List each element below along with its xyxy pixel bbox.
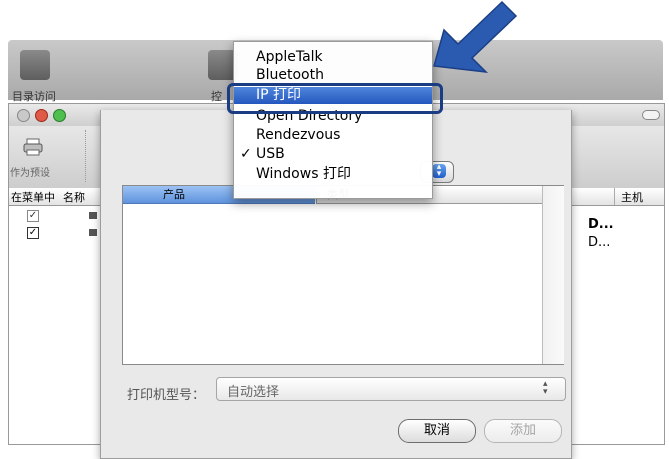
column-host[interactable]: 主机 bbox=[621, 189, 643, 205]
close-icon[interactable] bbox=[17, 109, 30, 122]
printer-model-label: 打印机型号： bbox=[127, 388, 206, 403]
printer-icon bbox=[89, 212, 97, 219]
menu-item-windows-print[interactable]: Windows 打印 bbox=[234, 166, 432, 183]
column-name[interactable]: 名称 bbox=[63, 189, 85, 205]
host-cell: D... bbox=[588, 235, 611, 250]
column-in-menu[interactable]: 在菜单中 bbox=[11, 189, 55, 205]
finder-item-control[interactable]: 控 bbox=[211, 88, 222, 104]
zoom-icon[interactable] bbox=[53, 109, 66, 122]
menu-item-bluetooth[interactable]: Bluetooth bbox=[234, 67, 432, 84]
checkmark-icon: ✓ bbox=[240, 146, 252, 162]
popup-arrows-icon[interactable]: ▴ ▾ bbox=[432, 163, 446, 179]
printer-browser-table: 产品 类型 bbox=[122, 185, 564, 365]
pointer-arrow-icon bbox=[433, 0, 518, 73]
directory-access-icon[interactable] bbox=[20, 50, 50, 80]
connection-type-menu: AppleTalk Bluetooth IP 打印 Open Directory… bbox=[233, 41, 433, 199]
finder-item-directory-access[interactable]: 目录访问 bbox=[12, 88, 56, 104]
add-button[interactable]: 添加 bbox=[484, 419, 562, 443]
toolbar-divider bbox=[85, 130, 87, 182]
toolbar-toggle-icon[interactable] bbox=[642, 110, 660, 120]
select-arrows-icon: ▴ ▾ bbox=[543, 379, 548, 397]
printer-model-select[interactable]: 自动选择 ▴ ▾ bbox=[216, 377, 566, 401]
in-menu-checkbox[interactable]: ✓ bbox=[27, 210, 39, 222]
printer-icon bbox=[89, 229, 97, 236]
cancel-button[interactable]: 取消 bbox=[398, 419, 476, 443]
selection-highlight-ring bbox=[227, 83, 443, 114]
column-divider bbox=[614, 188, 615, 205]
host-cell: D... bbox=[588, 217, 614, 232]
menu-item-rendezvous[interactable]: Rendezvous bbox=[234, 127, 432, 144]
menu-item-usb[interactable]: ✓ USB bbox=[234, 146, 432, 163]
printer-model-value: 自动选择 bbox=[227, 385, 280, 400]
minimize-icon[interactable] bbox=[35, 109, 48, 122]
menu-item-appletalk[interactable]: AppleTalk bbox=[234, 49, 432, 66]
make-default-label[interactable]: 作为预设 bbox=[10, 164, 50, 179]
printer-icon[interactable] bbox=[23, 138, 43, 156]
table-scrollbar[interactable] bbox=[542, 186, 564, 364]
in-menu-checkbox[interactable]: ✓ bbox=[27, 227, 39, 239]
